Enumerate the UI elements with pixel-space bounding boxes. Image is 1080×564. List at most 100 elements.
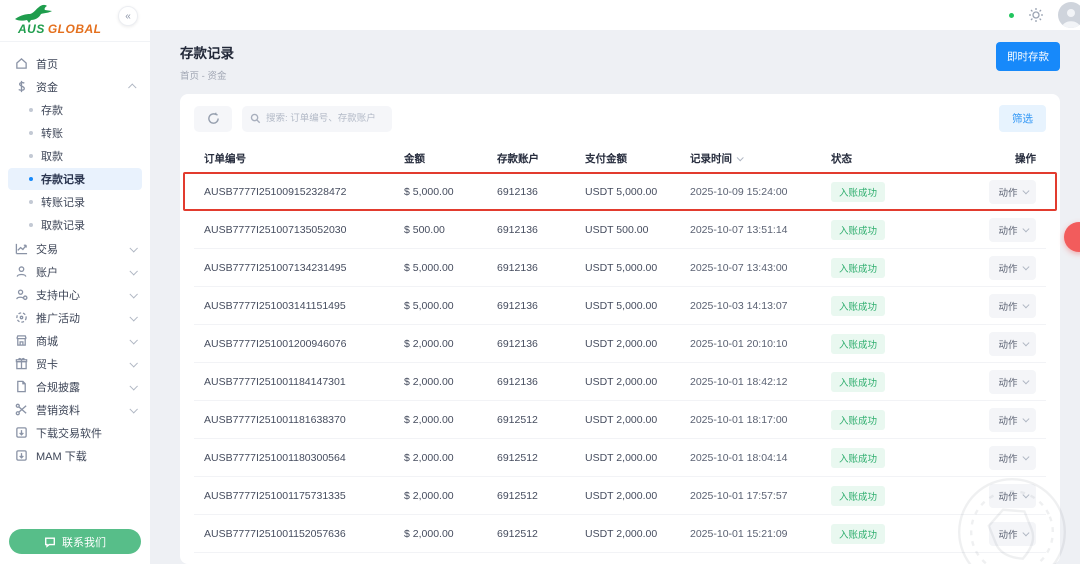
status-badge: 入账成功 <box>831 334 885 354</box>
table-row: AUSB7777I251001152057636 $ 2,000.00 6912… <box>194 515 1046 553</box>
sidebar-item-label: 资金 <box>36 79 122 95</box>
action-label: 动作 <box>998 185 1017 199</box>
column-header-amount: 金额 <box>404 151 497 166</box>
bullet-icon <box>29 200 33 204</box>
row-action-button[interactable]: 动作 <box>989 180 1036 204</box>
table-row: AUSB7777I251007135052030 $ 500.00 691213… <box>194 211 1046 249</box>
chevron-down-icon <box>129 382 137 390</box>
sidebar-item-mam-download[interactable]: MAM 下载 <box>8 444 142 467</box>
contact-us-label: 联系我们 <box>62 534 106 550</box>
sort-chevron-icon <box>737 154 744 161</box>
cell-status: 入账成功 <box>831 486 976 506</box>
sidebar-item-withdraw-records[interactable]: 取款记录 <box>8 214 142 236</box>
chevron-down-icon <box>129 405 137 413</box>
table-row: AUSB7777I251001180300564 $ 2,000.00 6912… <box>194 439 1046 477</box>
chevron-down-icon <box>129 290 137 298</box>
row-action-button[interactable]: 动作 <box>989 408 1036 432</box>
sidebar-item-funds[interactable]: 资金 <box>8 75 142 98</box>
bullet-icon <box>29 223 33 227</box>
column-header-order: 订单编号 <box>204 151 404 166</box>
chevron-down-icon <box>1022 416 1028 422</box>
funds-submenu: 存款 转账 取款 存款记录 转账记录 取款记录 <box>8 99 142 236</box>
cell-record-time: 2025-10-09 15:24:00 <box>690 186 831 198</box>
page-title: 存款记录 <box>180 42 234 62</box>
promo-icon <box>15 311 28 324</box>
row-action-button[interactable]: 动作 <box>989 218 1036 242</box>
cell-record-time: 2025-10-01 17:57:57 <box>690 490 831 502</box>
cell-amount: $ 2,000.00 <box>404 338 497 350</box>
sidebar-item-account[interactable]: 账户 <box>8 260 142 283</box>
sidebar-item-mall[interactable]: 商城 <box>8 329 142 352</box>
records-card: 筛选 订单编号 金额 存款账户 支付金额 记录时间 状态 操作 AUSB7777… <box>180 94 1060 564</box>
status-badge: 入账成功 <box>831 524 885 544</box>
sidebar-item-deposit-records[interactable]: 存款记录 <box>8 168 142 190</box>
cell-status: 入账成功 <box>831 182 976 202</box>
theme-toggle-button[interactable] <box>1028 7 1044 23</box>
chevron-down-icon <box>1022 378 1028 384</box>
document-icon <box>15 380 28 393</box>
refresh-icon <box>207 112 220 125</box>
chevron-down-icon <box>1022 530 1028 536</box>
column-header-time-sort[interactable]: 记录时间 <box>690 151 831 166</box>
chart-icon <box>15 242 28 255</box>
status-badge: 入账成功 <box>831 372 885 392</box>
sidebar-item-promotions[interactable]: 推广活动 <box>8 306 142 329</box>
row-action-button[interactable]: 动作 <box>989 446 1036 470</box>
cell-status: 入账成功 <box>831 296 976 316</box>
search-input[interactable] <box>266 113 384 124</box>
column-header-pay-amount: 支付金额 <box>585 151 690 166</box>
refresh-button[interactable] <box>194 106 232 132</box>
cell-record-time: 2025-10-01 18:04:14 <box>690 452 831 464</box>
row-action-button[interactable]: 动作 <box>989 484 1036 508</box>
chevron-down-icon <box>129 359 137 367</box>
chevron-down-icon <box>129 336 137 344</box>
sidebar-item-withdraw[interactable]: 取款 <box>8 145 142 167</box>
row-action-button[interactable]: 动作 <box>989 522 1036 546</box>
user-icon <box>15 265 28 278</box>
sidebar-item-cards[interactable]: 贸卡 <box>8 352 142 375</box>
sidebar-item-support-center[interactable]: 支持中心 <box>8 283 142 306</box>
brand-name-primary: AUS <box>18 22 45 36</box>
sidebar-collapse-button[interactable]: « <box>118 6 138 26</box>
chat-bubble-icon <box>44 536 56 548</box>
bullet-icon <box>29 177 33 181</box>
sidebar-item-label: 贸卡 <box>36 356 122 372</box>
row-action-button[interactable]: 动作 <box>989 332 1036 356</box>
download-icon <box>15 449 28 462</box>
status-badge: 入账成功 <box>831 258 885 278</box>
row-action-button[interactable]: 动作 <box>989 294 1036 318</box>
cell-amount: $ 2,000.00 <box>404 490 497 502</box>
contact-us-button[interactable]: 联系我们 <box>9 529 141 554</box>
cell-status: 入账成功 <box>831 258 976 278</box>
topbar <box>150 0 1080 30</box>
user-avatar[interactable] <box>1058 2 1080 28</box>
filter-button[interactable]: 筛选 <box>999 105 1046 132</box>
chevron-down-icon <box>129 267 137 275</box>
sidebar-item-transfer-records[interactable]: 转账记录 <box>8 191 142 213</box>
cell-amount: $ 2,000.00 <box>404 528 497 540</box>
sidebar-item-home[interactable]: 首页 <box>8 52 142 75</box>
cell-pay-amount: USDT 5,000.00 <box>585 300 690 312</box>
sidebar-item-download-software[interactable]: 下载交易软件 <box>8 421 142 444</box>
chevron-down-icon <box>1022 302 1028 308</box>
table-header-row: 订单编号 金额 存款账户 支付金额 记录时间 状态 操作 <box>194 145 1046 173</box>
sidebar-item-label: 存款 <box>41 102 63 118</box>
gift-icon <box>15 357 28 370</box>
cell-status: 入账成功 <box>831 372 976 392</box>
sidebar-item-trading[interactable]: 交易 <box>8 237 142 260</box>
column-header-action: 操作 <box>976 151 1036 166</box>
sidebar-item-label: 转账记录 <box>41 194 85 210</box>
row-action-button[interactable]: 动作 <box>989 256 1036 280</box>
instant-deposit-button[interactable]: 即时存款 <box>996 42 1060 71</box>
cell-status: 入账成功 <box>831 334 976 354</box>
sidebar-item-compliance[interactable]: 合规披露 <box>8 375 142 398</box>
download-icon <box>15 426 28 439</box>
table-body: AUSB7777I251009152328472 $ 5,000.00 6912… <box>194 173 1046 553</box>
chevron-down-icon <box>1022 226 1028 232</box>
row-action-button[interactable]: 动作 <box>989 370 1036 394</box>
sidebar-item-deposit[interactable]: 存款 <box>8 99 142 121</box>
sidebar-item-marketing[interactable]: 营销资料 <box>8 398 142 421</box>
sidebar-item-transfer[interactable]: 转账 <box>8 122 142 144</box>
status-badge: 入账成功 <box>831 220 885 240</box>
chevron-down-icon <box>129 313 137 321</box>
